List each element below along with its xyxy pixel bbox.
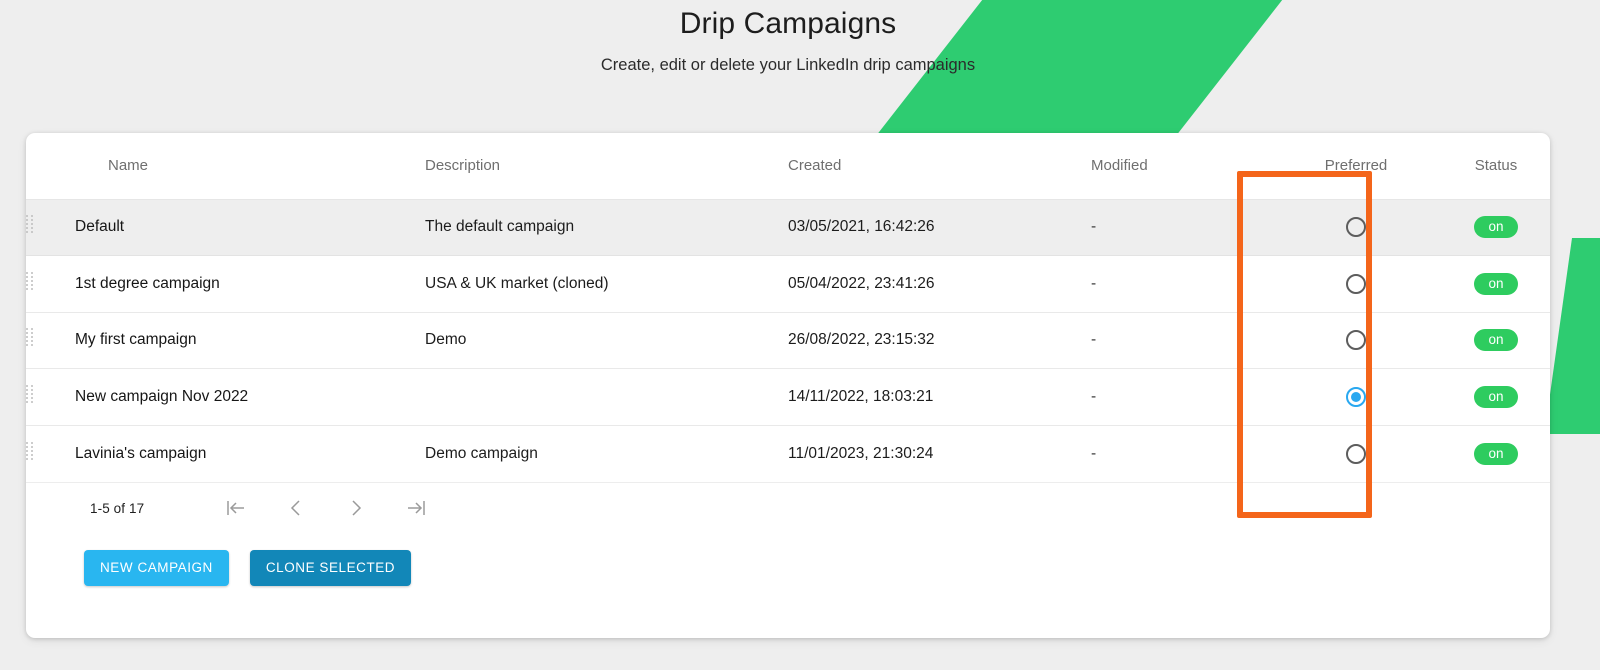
campaign-status-cell: on — [1436, 369, 1550, 426]
drag-handle-icon[interactable] — [26, 272, 33, 291]
row-drag-handle-cell[interactable] — [26, 312, 67, 369]
clone-selected-button[interactable]: CLONE SELECTED — [250, 550, 411, 586]
page-title: Drip Campaigns — [0, 4, 1576, 44]
campaign-description: USA & UK market (cloned) — [425, 256, 788, 313]
row-drag-handle-cell[interactable] — [26, 199, 67, 256]
drag-handle-icon[interactable] — [26, 328, 33, 347]
campaign-name: 1st degree campaign — [67, 256, 425, 313]
campaign-name: New campaign Nov 2022 — [67, 369, 425, 426]
preferred-radio-button[interactable] — [1346, 444, 1366, 464]
campaign-modified: - — [1091, 312, 1276, 369]
preferred-radio-button[interactable] — [1346, 387, 1366, 407]
table-header: Name Description Created Modified Prefer… — [26, 133, 1550, 199]
campaign-preferred-cell — [1276, 425, 1436, 482]
campaign-modified: - — [1091, 369, 1276, 426]
status-toggle-badge[interactable]: on — [1474, 443, 1518, 465]
table-row[interactable]: My first campaignDemo26/08/2022, 23:15:3… — [26, 312, 1550, 369]
table-header-row: Name Description Created Modified Prefer… — [26, 133, 1550, 199]
campaign-preferred-cell — [1276, 369, 1436, 426]
campaign-created: 03/05/2021, 16:42:26 — [788, 199, 1091, 256]
campaign-preferred-cell — [1276, 256, 1436, 313]
column-header-created[interactable]: Created — [788, 133, 1091, 199]
row-drag-handle-cell[interactable] — [26, 369, 67, 426]
preferred-radio-button[interactable] — [1346, 330, 1366, 350]
campaign-preferred-cell — [1276, 312, 1436, 369]
preferred-radio-button[interactable] — [1346, 274, 1366, 294]
drag-handle-icon[interactable] — [26, 442, 33, 461]
drag-handle-icon[interactable] — [26, 215, 33, 234]
campaign-modified: - — [1091, 199, 1276, 256]
drag-handle-icon[interactable] — [26, 385, 33, 404]
status-toggle-badge[interactable]: on — [1474, 216, 1518, 238]
chevron-left-icon[interactable] — [266, 488, 326, 528]
row-drag-handle-cell[interactable] — [26, 256, 67, 313]
column-header-modified[interactable]: Modified — [1091, 133, 1276, 199]
campaign-status-cell: on — [1436, 312, 1550, 369]
column-header-preferred[interactable]: Preferred — [1276, 133, 1436, 199]
campaign-created: 05/04/2022, 23:41:26 — [788, 256, 1091, 313]
column-header-grip — [26, 133, 67, 199]
new-campaign-button[interactable]: NEW CAMPAIGN — [84, 550, 229, 586]
table-body: DefaultThe default campaign03/05/2021, 1… — [26, 199, 1550, 482]
status-toggle-badge[interactable]: on — [1474, 386, 1518, 408]
campaigns-card: Name Description Created Modified Prefer… — [26, 133, 1550, 638]
campaign-created: 14/11/2022, 18:03:21 — [788, 369, 1091, 426]
paginator: 1-5 of 17 — [26, 482, 1550, 534]
status-toggle-badge[interactable]: on — [1474, 329, 1518, 351]
table-row[interactable]: New campaign Nov 2022 14/11/2022, 18:03:2… — [26, 369, 1550, 426]
page-subtitle: Create, edit or delete your LinkedIn dri… — [0, 52, 1576, 78]
campaign-description: The default campaign — [425, 199, 788, 256]
card-actions: NEW CAMPAIGN CLONE SELECTED — [26, 534, 1550, 586]
page-header: Drip Campaigns Create, edit or delete yo… — [0, 0, 1576, 78]
status-toggle-badge[interactable]: on — [1474, 273, 1518, 295]
chevron-right-icon[interactable] — [326, 488, 386, 528]
column-header-name[interactable]: Name — [67, 133, 425, 199]
campaign-name: Default — [67, 199, 425, 256]
table-row[interactable]: 1st degree campaignUSA & UK market (clon… — [26, 256, 1550, 313]
column-header-status[interactable]: Status — [1436, 133, 1550, 199]
campaign-status-cell: on — [1436, 425, 1550, 482]
table-row[interactable]: DefaultThe default campaign03/05/2021, 1… — [26, 199, 1550, 256]
campaign-status-cell: on — [1436, 199, 1550, 256]
paginator-buttons — [206, 488, 446, 528]
preferred-radio-button[interactable] — [1346, 217, 1366, 237]
campaign-modified: - — [1091, 256, 1276, 313]
campaigns-table: Name Description Created Modified Prefer… — [26, 133, 1550, 482]
campaign-description: Demo campaign — [425, 425, 788, 482]
campaign-name: Lavinia's campaign — [67, 425, 425, 482]
campaign-created: 11/01/2023, 21:30:24 — [788, 425, 1091, 482]
campaign-description: Demo — [425, 312, 788, 369]
campaign-preferred-cell — [1276, 199, 1436, 256]
column-header-description[interactable]: Description — [425, 133, 788, 199]
campaign-status-cell: on — [1436, 256, 1550, 313]
paginator-range-label: 1-5 of 17 — [90, 501, 144, 516]
table-row[interactable]: Lavinia's campaignDemo campaign11/01/202… — [26, 425, 1550, 482]
campaign-description — [425, 369, 788, 426]
campaign-modified: - — [1091, 425, 1276, 482]
campaign-created: 26/08/2022, 23:15:32 — [788, 312, 1091, 369]
first-page-icon[interactable] — [206, 488, 266, 528]
green-diagonal-band-right — [1544, 238, 1600, 434]
row-drag-handle-cell[interactable] — [26, 425, 67, 482]
campaign-name: My first campaign — [67, 312, 425, 369]
last-page-icon[interactable] — [386, 488, 446, 528]
